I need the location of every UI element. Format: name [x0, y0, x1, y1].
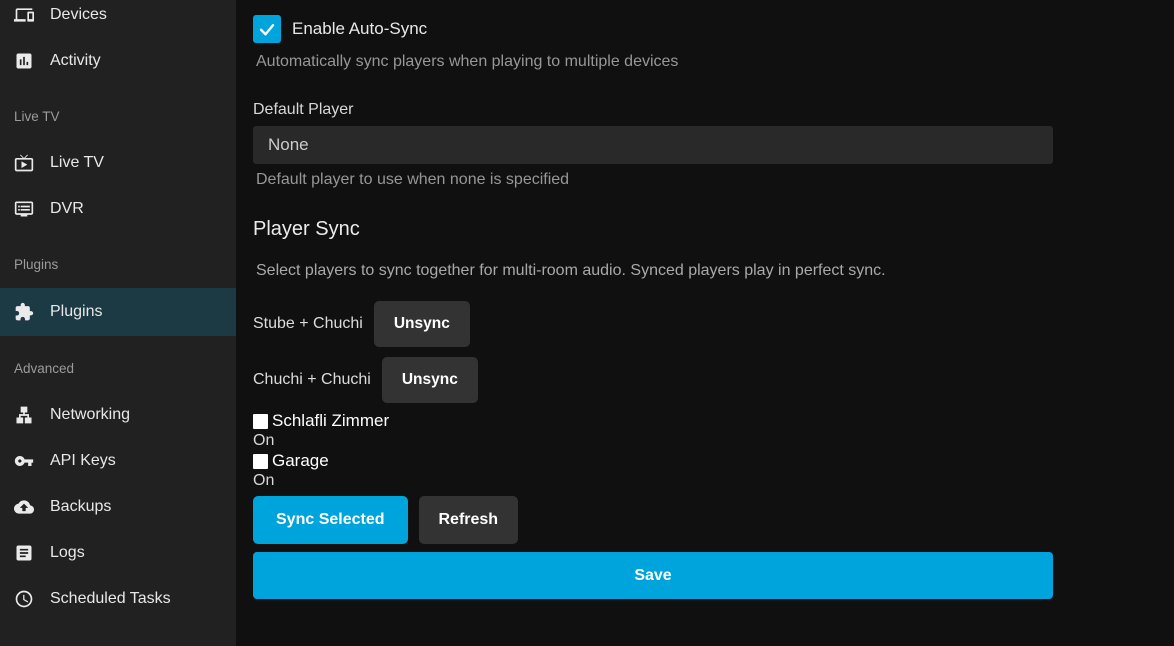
unchecked-checkbox-icon[interactable]: [253, 414, 268, 429]
check-icon: [258, 20, 276, 38]
sidebar-item-label: Devices: [50, 6, 107, 24]
default-player-value: None: [268, 135, 309, 155]
sidebar-section-live-tv: Live TV: [0, 106, 236, 126]
sidebar-item-label: Backups: [50, 498, 111, 516]
enable-auto-sync-label: Enable Auto-Sync: [292, 19, 427, 39]
sidebar-item-label: DVR: [50, 200, 84, 218]
player-sync-title: Player Sync: [253, 218, 1053, 241]
sync-group-name: Chuchi + Chuchi: [253, 371, 371, 389]
sidebar-item-label: Logs: [50, 544, 85, 562]
sidebar-item-api-keys[interactable]: API Keys: [0, 438, 236, 484]
save-button[interactable]: Save: [253, 552, 1053, 599]
sidebar-item-devices[interactable]: Devices: [0, 0, 236, 38]
sync-selected-button[interactable]: Sync Selected: [253, 496, 408, 544]
player-checkbox-garage[interactable]: Garage: [253, 451, 1053, 471]
sidebar: Devices Activity Live TV Live TV DVR Plu…: [0, 0, 236, 646]
sidebar-item-backups[interactable]: Backups: [0, 484, 236, 530]
unsync-button[interactable]: Unsync: [382, 357, 478, 403]
sidebar-item-live-tv[interactable]: Live TV: [0, 140, 236, 186]
networking-icon: [14, 405, 34, 425]
sync-group-row: Chuchi + Chuchi Unsync: [253, 357, 1053, 403]
sidebar-item-networking[interactable]: Networking: [0, 392, 236, 438]
backup-icon: [14, 497, 34, 517]
checked-checkbox-icon[interactable]: [253, 15, 281, 43]
sidebar-item-dvr[interactable]: DVR: [0, 186, 236, 232]
player-name: Schlafli Zimmer: [272, 411, 389, 431]
sidebar-item-logs[interactable]: Logs: [0, 530, 236, 576]
key-icon: [14, 451, 34, 471]
player-list: Schlafli Zimmer On Garage On: [253, 411, 1053, 491]
default-player-select[interactable]: None: [253, 126, 1053, 164]
unchecked-checkbox-icon[interactable]: [253, 454, 268, 469]
player-status: On: [253, 471, 1053, 491]
refresh-button[interactable]: Refresh: [419, 496, 519, 544]
sync-group-row: Stube + Chuchi Unsync: [253, 301, 1053, 347]
plugins-icon: [14, 302, 34, 322]
sidebar-item-activity[interactable]: Activity: [0, 38, 236, 84]
clock-icon: [14, 589, 34, 609]
sidebar-item-plugins[interactable]: Plugins: [0, 288, 236, 336]
sidebar-item-label: API Keys: [50, 452, 116, 470]
auto-sync-help-text: Automatically sync players when playing …: [253, 53, 1053, 71]
logs-icon: [14, 543, 34, 563]
dvr-icon: [14, 199, 34, 219]
sidebar-item-label: Plugins: [50, 303, 102, 321]
player-checkbox-schlafli-zimmer[interactable]: Schlafli Zimmer: [253, 411, 1053, 431]
unsync-button[interactable]: Unsync: [374, 301, 470, 347]
activity-icon: [14, 51, 34, 71]
player-name: Garage: [272, 451, 329, 471]
sidebar-item-label: Scheduled Tasks: [50, 590, 171, 608]
sidebar-nav: Devices Activity Live TV Live TV DVR Plu…: [0, 0, 236, 622]
live-tv-icon: [14, 153, 34, 173]
sidebar-section-plugins: Plugins: [0, 254, 236, 274]
sync-group-name: Stube + Chuchi: [253, 315, 363, 333]
player-sync-description: Select players to sync together for mult…: [253, 262, 1053, 280]
sidebar-item-label: Networking: [50, 406, 130, 424]
enable-auto-sync-checkbox[interactable]: Enable Auto-Sync: [253, 15, 1053, 43]
sidebar-item-scheduled-tasks[interactable]: Scheduled Tasks: [0, 576, 236, 622]
player-status: On: [253, 431, 1053, 451]
sidebar-section-advanced: Advanced: [0, 358, 236, 378]
sidebar-item-label: Activity: [50, 52, 101, 70]
main-content: Enable Auto-Sync Automatically sync play…: [236, 0, 1174, 646]
default-player-label: Default Player: [253, 101, 1053, 119]
sync-actions-row: Sync Selected Refresh: [253, 496, 1053, 544]
sidebar-item-label: Live TV: [50, 154, 104, 172]
default-player-help-text: Default player to use when none is speci…: [253, 171, 1053, 189]
devices-icon: [14, 5, 34, 25]
